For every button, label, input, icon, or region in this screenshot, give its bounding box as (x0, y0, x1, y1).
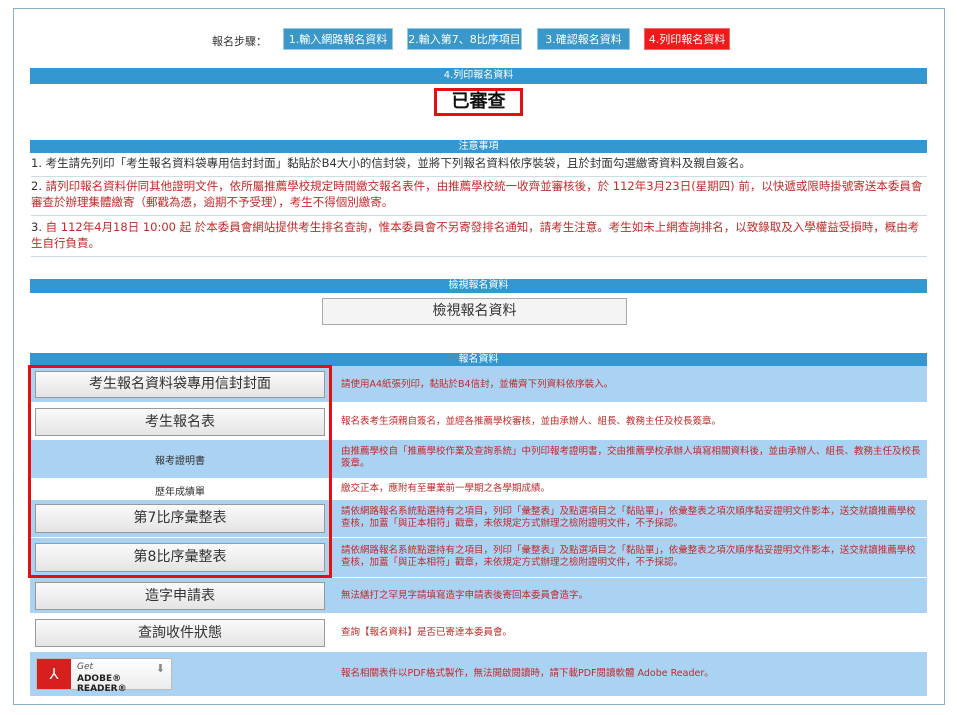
notice-number: 2. (31, 179, 42, 193)
notice-number: 1. (31, 156, 42, 170)
notice-header: 注意事項 (30, 140, 927, 153)
notice-text: 考生請先列印「考生報名資料袋專用信封封面」黏貼於B4大小的信封袋，並將下列報名資… (45, 156, 751, 170)
notice-number: 3. (31, 220, 42, 234)
material-row: 造字申請表 無法繕打之罕見字請填寫造字申請表後寄回本委員會造字。 (30, 577, 927, 613)
print-section-header: 4.列印報名資料 (30, 68, 927, 84)
adobe-desc: 報名相關表件以PDF格式製作，無法開啟閱讀時，請下載PDF閱讀軟體 Adobe … (341, 668, 714, 679)
step-1-button[interactable]: 1.輸入網路報名資料 (283, 28, 393, 50)
view-section-header: 檢視報名資料 (30, 279, 927, 293)
material-desc: 由推薦學校自「推薦學校作業及查詢系統」中列印報考證明書，交由推薦學校承辦人填寫相… (341, 446, 921, 469)
material-desc: 繳交正本，應附有至畢業前一學期之各學期成績。 (341, 483, 551, 494)
material-row: 查詢收件狀態 查詢【報名資料】是否已寄達本委員會。 (30, 613, 927, 652)
highlight-box (28, 365, 332, 578)
material-desc: 報名表考生須親自簽名，並經各推薦學校審核，並由承辦人、組長、教務主任及校長簽章。 (341, 416, 722, 427)
adobe-reader-download-button[interactable]: ⅄ Get ADOBE® READER® ⬇ (36, 658, 172, 694)
steps-label: 報名步驟： (212, 35, 267, 48)
steps-nav: 報名步驟： 1.輸入網路報名資料 2.輸入第7、8比序項目 3.確認報名資料 4… (0, 28, 957, 50)
material-desc: 無法繕打之罕見字請填寫造字申請表後寄回本委員會造字。 (341, 590, 589, 601)
material-desc: 請依網路報名系統點選持有之項目，列印「彙整表」及點選項目之「黏貼單」，依彙整表之… (341, 545, 916, 568)
adobe-get-label: Get (77, 662, 94, 672)
download-arrow-icon: ⬇ (155, 662, 165, 675)
material-desc: 請使用A4紙張列印，黏貼於B4信封，並備齊下列資料依序裝入。 (341, 379, 614, 390)
notice-text: 自 112年4月18日 10:00 起 於本委員會網站提供考生排名查詢，惟本委員… (31, 220, 920, 250)
check-status-button[interactable]: 查詢收件狀態 (35, 619, 325, 647)
view-registration-button[interactable]: 檢視報名資料 (322, 298, 627, 325)
material-desc: 查詢【報名資料】是否已寄達本委員會。 (341, 627, 513, 638)
notice-text: 請列印報名資料併同其他證明文件，依所屬推薦學校規定時間繳交報名表件，由推薦學校統… (31, 179, 923, 209)
step-3-button[interactable]: 3.確認報名資料 (537, 28, 630, 50)
notice-item: 3. 自 112年4月18日 10:00 起 於本委員會網站提供考生排名查詢，惟… (31, 219, 927, 257)
notice-item: 2. 請列印報名資料併同其他證明文件，依所屬推薦學校規定時間繳交報名表件，由推薦… (31, 178, 927, 216)
material-desc: 請依網路報名系統點選持有之項目，列印「彙整表」及點選項目之「黏貼單」，依彙整表之… (341, 506, 916, 529)
step-4-button[interactable]: 4.列印報名資料 (644, 28, 730, 50)
adobe-name-label: ADOBE® READER® (77, 674, 127, 694)
adobe-logo-icon: ⅄ (37, 659, 71, 689)
review-status-badge: 已審查 (434, 88, 523, 116)
char-request-button[interactable]: 造字申請表 (35, 582, 325, 610)
step-2-button[interactable]: 2.輸入第7、8比序項目 (407, 28, 522, 50)
notice-item: 1. 考生請先列印「考生報名資料袋專用信封封面」黏貼於B4大小的信封袋，並將下列… (31, 155, 927, 177)
